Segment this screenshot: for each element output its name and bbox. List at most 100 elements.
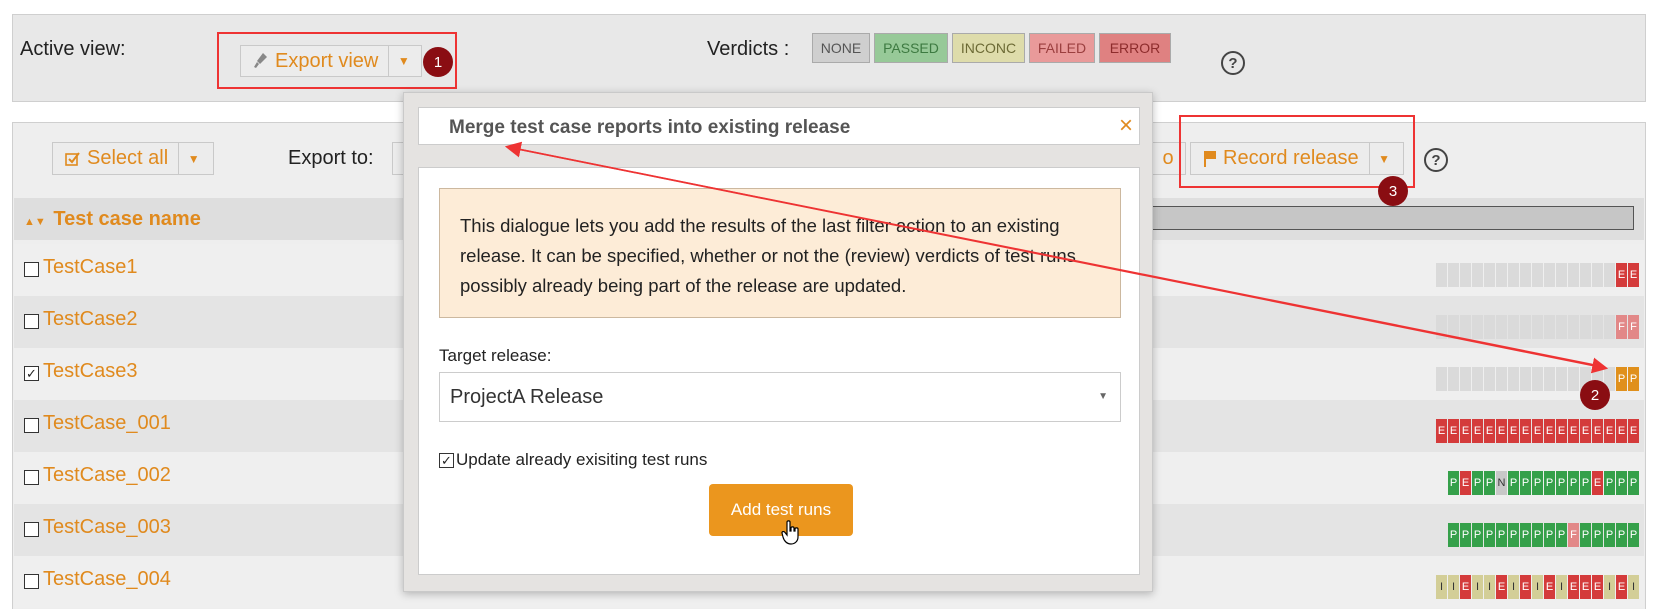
- run-cell[interactable]: P: [1616, 471, 1627, 495]
- run-cell[interactable]: E: [1616, 575, 1627, 599]
- run-cell[interactable]: E: [1460, 471, 1471, 495]
- run-cell[interactable]: P: [1496, 523, 1507, 547]
- run-cell[interactable]: E: [1604, 419, 1615, 443]
- test-case-link[interactable]: TestCase2: [43, 308, 138, 331]
- run-cell[interactable]: P: [1544, 471, 1555, 495]
- verdict-none[interactable]: NONE: [812, 33, 870, 63]
- run-cell[interactable]: [1496, 263, 1507, 287]
- run-cell[interactable]: [1460, 263, 1471, 287]
- run-cell[interactable]: E: [1580, 419, 1591, 443]
- row-checkbox[interactable]: ✓: [24, 366, 39, 381]
- run-cell[interactable]: E: [1544, 575, 1555, 599]
- row-checkbox[interactable]: [24, 470, 39, 485]
- update-existing-checkbox[interactable]: ✓: [439, 452, 454, 468]
- run-cell[interactable]: [1544, 367, 1555, 391]
- run-cell[interactable]: [1568, 315, 1579, 339]
- run-cell[interactable]: P: [1520, 471, 1531, 495]
- run-cell[interactable]: P: [1628, 471, 1639, 495]
- run-cell[interactable]: I: [1628, 575, 1639, 599]
- run-cell[interactable]: P: [1532, 471, 1543, 495]
- run-cell[interactable]: E: [1520, 575, 1531, 599]
- run-cell[interactable]: [1568, 263, 1579, 287]
- run-cell[interactable]: I: [1448, 575, 1459, 599]
- run-cell[interactable]: E: [1448, 419, 1459, 443]
- run-cell[interactable]: E: [1472, 419, 1483, 443]
- chevron-down-icon[interactable]: ▼: [178, 143, 208, 174]
- sort-icon[interactable]: ▲▼: [24, 216, 46, 228]
- run-cell[interactable]: [1556, 367, 1567, 391]
- run-cell[interactable]: E: [1508, 419, 1519, 443]
- test-case-link[interactable]: TestCase1: [43, 256, 138, 279]
- run-cell[interactable]: [1484, 315, 1495, 339]
- run-cell[interactable]: P: [1628, 367, 1639, 391]
- run-cell[interactable]: [1544, 315, 1555, 339]
- run-cell[interactable]: P: [1604, 523, 1615, 547]
- run-cell[interactable]: E: [1628, 419, 1639, 443]
- run-cell[interactable]: P: [1616, 523, 1627, 547]
- column-header-test-case-name[interactable]: ▲▼ Test case name: [24, 208, 201, 231]
- close-icon[interactable]: ×: [1119, 112, 1133, 140]
- run-cell[interactable]: [1532, 263, 1543, 287]
- run-cell[interactable]: E: [1556, 419, 1567, 443]
- run-cell[interactable]: [1568, 367, 1579, 391]
- run-cell[interactable]: E: [1592, 471, 1603, 495]
- run-cell[interactable]: [1580, 315, 1591, 339]
- run-cell[interactable]: I: [1532, 575, 1543, 599]
- run-cell[interactable]: [1508, 315, 1519, 339]
- run-cell[interactable]: [1472, 263, 1483, 287]
- row-checkbox[interactable]: [24, 314, 39, 329]
- run-cell[interactable]: F: [1616, 315, 1627, 339]
- test-case-link[interactable]: TestCase_002: [43, 464, 171, 487]
- run-cell[interactable]: [1484, 367, 1495, 391]
- run-cell[interactable]: [1436, 367, 1447, 391]
- run-cell[interactable]: E: [1568, 419, 1579, 443]
- run-cell[interactable]: E: [1628, 263, 1639, 287]
- run-cell[interactable]: E: [1460, 575, 1471, 599]
- run-cell[interactable]: P: [1568, 471, 1579, 495]
- test-case-link[interactable]: TestCase_003: [43, 516, 171, 539]
- run-cell[interactable]: I: [1556, 575, 1567, 599]
- verdict-failed[interactable]: FAILED: [1029, 33, 1095, 63]
- verdict-error[interactable]: ERROR: [1099, 33, 1171, 63]
- run-cell[interactable]: E: [1544, 419, 1555, 443]
- run-cell[interactable]: E: [1616, 263, 1627, 287]
- test-case-link[interactable]: TestCase_004: [43, 568, 171, 591]
- run-cell[interactable]: I: [1508, 575, 1519, 599]
- run-cell[interactable]: E: [1484, 419, 1495, 443]
- run-cell[interactable]: P: [1448, 523, 1459, 547]
- run-cell[interactable]: [1604, 263, 1615, 287]
- run-cell[interactable]: E: [1520, 419, 1531, 443]
- run-cell[interactable]: P: [1616, 367, 1627, 391]
- run-cell[interactable]: [1436, 263, 1447, 287]
- run-cell[interactable]: [1508, 263, 1519, 287]
- run-cell[interactable]: E: [1580, 575, 1591, 599]
- run-cell[interactable]: [1448, 315, 1459, 339]
- run-cell[interactable]: [1508, 367, 1519, 391]
- test-case-link[interactable]: TestCase_001: [43, 412, 171, 435]
- run-cell[interactable]: [1580, 263, 1591, 287]
- run-cell[interactable]: I: [1472, 575, 1483, 599]
- run-cell[interactable]: E: [1460, 419, 1471, 443]
- verdict-passed[interactable]: PASSED: [874, 33, 948, 63]
- run-cell[interactable]: [1460, 315, 1471, 339]
- run-cell[interactable]: [1472, 315, 1483, 339]
- run-cell[interactable]: [1532, 315, 1543, 339]
- row-checkbox[interactable]: [24, 418, 39, 433]
- run-cell[interactable]: P: [1544, 523, 1555, 547]
- run-cell[interactable]: [1496, 367, 1507, 391]
- run-cell[interactable]: E: [1592, 419, 1603, 443]
- run-cell[interactable]: P: [1580, 471, 1591, 495]
- run-cell[interactable]: [1592, 315, 1603, 339]
- run-cell[interactable]: E: [1436, 419, 1447, 443]
- target-release-select[interactable]: ProjectA Release ▼: [439, 372, 1121, 422]
- run-cell[interactable]: N: [1496, 471, 1507, 495]
- verdict-inconc[interactable]: INCONC: [952, 33, 1025, 63]
- update-existing-checkbox-row[interactable]: ✓ Update already exisiting test runs: [439, 450, 707, 470]
- run-cell[interactable]: [1496, 315, 1507, 339]
- run-cell[interactable]: E: [1592, 575, 1603, 599]
- run-cell[interactable]: [1604, 315, 1615, 339]
- run-cell[interactable]: E: [1616, 419, 1627, 443]
- run-cell[interactable]: P: [1472, 471, 1483, 495]
- run-cell[interactable]: P: [1448, 471, 1459, 495]
- run-cell[interactable]: P: [1628, 523, 1639, 547]
